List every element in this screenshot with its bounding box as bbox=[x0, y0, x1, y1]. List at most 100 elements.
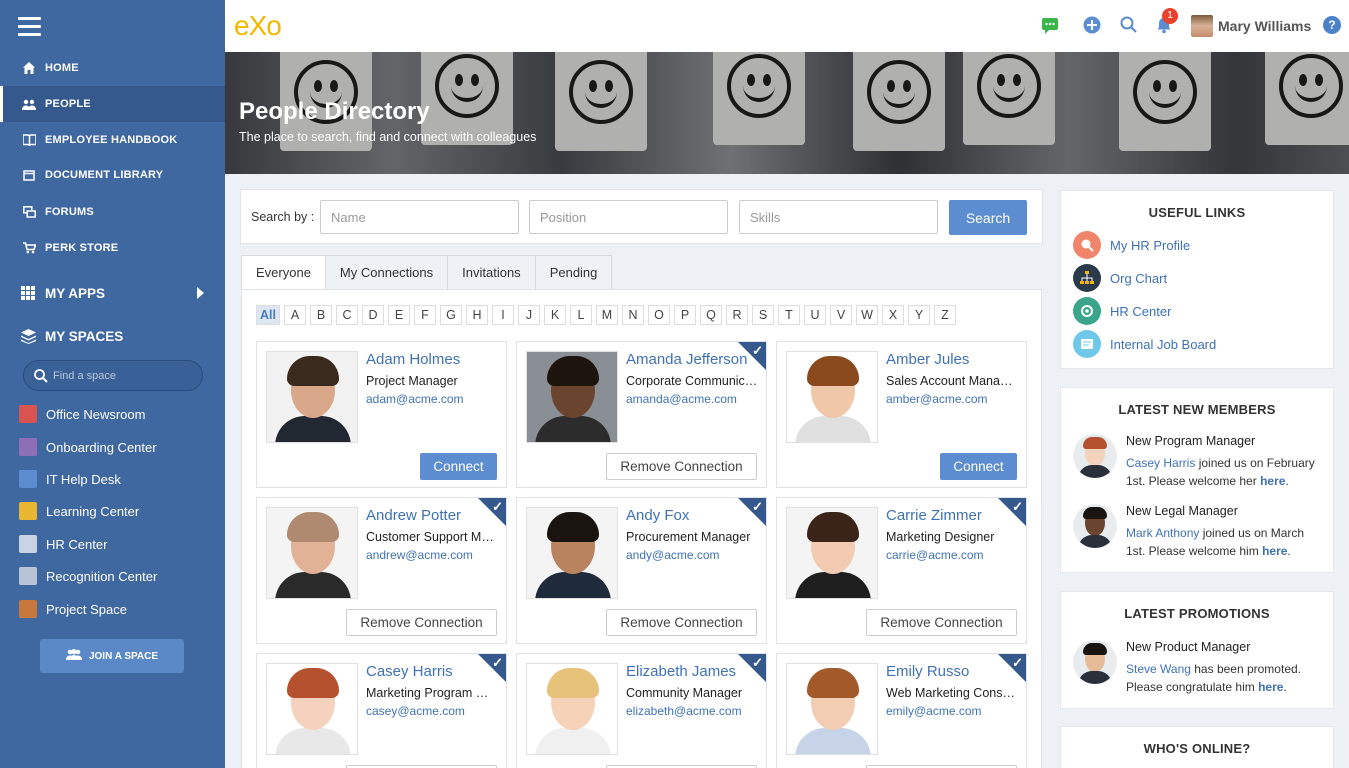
person-photo[interactable] bbox=[786, 507, 878, 599]
tab-my-connections[interactable]: My Connections bbox=[324, 255, 449, 290]
member-name-link[interactable]: Casey Harris bbox=[1126, 456, 1195, 470]
person-name[interactable]: Casey Harris bbox=[366, 663, 453, 680]
person-name[interactable]: Amber Jules bbox=[886, 351, 969, 368]
letter-filter-a[interactable]: A bbox=[284, 305, 306, 325]
space-item-recognition-center[interactable]: Recognition Center bbox=[19, 565, 157, 587]
letter-filter-u[interactable]: U bbox=[804, 305, 826, 325]
space-item-learning-center[interactable]: Learning Center bbox=[19, 500, 139, 522]
person-photo[interactable] bbox=[266, 507, 358, 599]
letter-filter-g[interactable]: G bbox=[440, 305, 462, 325]
person-name[interactable]: Emily Russo bbox=[886, 663, 969, 680]
letter-filter-w[interactable]: W bbox=[856, 305, 878, 325]
space-item-onboarding-center[interactable]: Onboarding Center bbox=[19, 436, 157, 458]
letter-filter-o[interactable]: O bbox=[648, 305, 670, 325]
member-here-link[interactable]: here bbox=[1260, 474, 1285, 488]
person-email[interactable]: andy@acme.com bbox=[626, 548, 720, 562]
letter-filter-v[interactable]: V bbox=[830, 305, 852, 325]
letter-filter-m[interactable]: M bbox=[596, 305, 618, 325]
space-item-office-newsroom[interactable]: Office Newsroom bbox=[19, 403, 145, 425]
letter-filter-c[interactable]: C bbox=[336, 305, 358, 325]
exo-logo[interactable]: eXo bbox=[234, 10, 282, 42]
avatar[interactable] bbox=[1073, 640, 1117, 684]
connect-button[interactable]: Connect bbox=[940, 453, 1017, 480]
remove-connection-button[interactable]: Remove Connection bbox=[346, 609, 497, 636]
sidebar-my-spaces[interactable]: MY SPACES bbox=[0, 321, 225, 351]
tab-invitations[interactable]: Invitations bbox=[447, 255, 536, 290]
tab-pending[interactable]: Pending bbox=[534, 255, 613, 290]
member-here-link[interactable]: here bbox=[1262, 544, 1287, 558]
connect-button[interactable]: Connect bbox=[420, 453, 497, 480]
space-item-project-space[interactable]: Project Space bbox=[19, 598, 127, 620]
useful-link-my-hr-profile[interactable]: My HR Profile bbox=[1073, 231, 1190, 259]
add-icon[interactable] bbox=[1082, 15, 1102, 35]
person-photo[interactable] bbox=[526, 351, 618, 443]
letter-filter-z[interactable]: Z bbox=[934, 305, 956, 325]
person-photo[interactable] bbox=[266, 663, 358, 755]
person-photo[interactable] bbox=[786, 663, 878, 755]
useful-link-internal-job-board[interactable]: Internal Job Board bbox=[1073, 330, 1216, 358]
letter-filter-p[interactable]: P bbox=[674, 305, 696, 325]
person-name[interactable]: Andy Fox bbox=[626, 507, 689, 524]
member-here-link[interactable]: here bbox=[1258, 680, 1283, 694]
chat-icon[interactable] bbox=[1040, 15, 1060, 35]
person-photo[interactable] bbox=[526, 663, 618, 755]
remove-connection-button[interactable]: Remove Connection bbox=[606, 453, 757, 480]
sidebar-item-forums[interactable]: FORUMS bbox=[0, 194, 225, 230]
find-space-input[interactable] bbox=[53, 369, 183, 382]
letter-filter-h[interactable]: H bbox=[466, 305, 488, 325]
sidebar-item-people[interactable]: PEOPLE bbox=[0, 86, 225, 122]
letter-filter-r[interactable]: R bbox=[726, 305, 748, 325]
person-email[interactable]: elizabeth@acme.com bbox=[626, 704, 742, 718]
person-name[interactable]: Andrew Potter bbox=[366, 507, 461, 524]
name-search-input[interactable] bbox=[320, 200, 519, 234]
search-button[interactable]: Search bbox=[949, 200, 1027, 235]
person-name[interactable]: Carrie Zimmer bbox=[886, 507, 982, 524]
letter-filter-q[interactable]: Q bbox=[700, 305, 722, 325]
sidebar-my-apps[interactable]: MY APPS bbox=[0, 278, 225, 308]
person-name[interactable]: Elizabeth James bbox=[626, 663, 736, 680]
person-email[interactable]: amber@acme.com bbox=[886, 392, 988, 406]
avatar[interactable] bbox=[1073, 504, 1117, 548]
space-item-hr-center[interactable]: HR Center bbox=[19, 533, 107, 555]
letter-filter-y[interactable]: Y bbox=[908, 305, 930, 325]
person-name[interactable]: Amanda Jefferson bbox=[626, 351, 747, 368]
letter-filter-i[interactable]: I bbox=[492, 305, 514, 325]
person-photo[interactable] bbox=[526, 507, 618, 599]
person-email[interactable]: carrie@acme.com bbox=[886, 548, 984, 562]
position-search-input[interactable] bbox=[529, 200, 728, 234]
sidebar-item-document-library[interactable]: DOCUMENT LIBRARY bbox=[0, 157, 225, 193]
letter-filter-e[interactable]: E bbox=[388, 305, 410, 325]
person-email[interactable]: adam@acme.com bbox=[366, 392, 464, 406]
search-icon[interactable] bbox=[1119, 15, 1139, 35]
letter-filter-b[interactable]: B bbox=[310, 305, 332, 325]
letter-filter-s[interactable]: S bbox=[752, 305, 774, 325]
skills-search-input[interactable] bbox=[739, 200, 938, 234]
letter-filter-t[interactable]: T bbox=[778, 305, 800, 325]
member-name-link[interactable]: Steve Wang bbox=[1126, 662, 1191, 676]
remove-connection-button[interactable]: Remove Connection bbox=[866, 609, 1017, 636]
letter-filter-l[interactable]: L bbox=[570, 305, 592, 325]
avatar[interactable] bbox=[1073, 434, 1117, 478]
menu-icon[interactable] bbox=[18, 17, 41, 37]
space-item-it-help-desk[interactable]: IT Help Desk bbox=[19, 468, 121, 490]
person-name[interactable]: Adam Holmes bbox=[366, 351, 460, 368]
letter-filter-x[interactable]: X bbox=[882, 305, 904, 325]
person-email[interactable]: amanda@acme.com bbox=[626, 392, 737, 406]
useful-link-hr-center[interactable]: HR Center bbox=[1073, 297, 1171, 325]
letter-filter-all[interactable]: All bbox=[256, 305, 280, 325]
avatar[interactable] bbox=[1191, 15, 1213, 37]
tab-everyone[interactable]: Everyone bbox=[241, 255, 326, 290]
person-email[interactable]: emily@acme.com bbox=[886, 704, 982, 718]
letter-filter-n[interactable]: N bbox=[622, 305, 644, 325]
user-name[interactable]: Mary Williams bbox=[1218, 18, 1311, 34]
remove-connection-button[interactable]: Remove Connection bbox=[606, 609, 757, 636]
useful-link-org-chart[interactable]: Org Chart bbox=[1073, 264, 1167, 292]
person-photo[interactable] bbox=[266, 351, 358, 443]
sidebar-item-employee-handbook[interactable]: EMPLOYEE HANDBOOK bbox=[0, 122, 225, 158]
letter-filter-j[interactable]: J bbox=[518, 305, 540, 325]
letter-filter-f[interactable]: F bbox=[414, 305, 436, 325]
help-icon[interactable]: ? bbox=[1323, 16, 1341, 34]
sidebar-item-perk-store[interactable]: PERK STORE bbox=[0, 230, 225, 266]
person-email[interactable]: casey@acme.com bbox=[366, 704, 465, 718]
person-email[interactable]: andrew@acme.com bbox=[366, 548, 473, 562]
